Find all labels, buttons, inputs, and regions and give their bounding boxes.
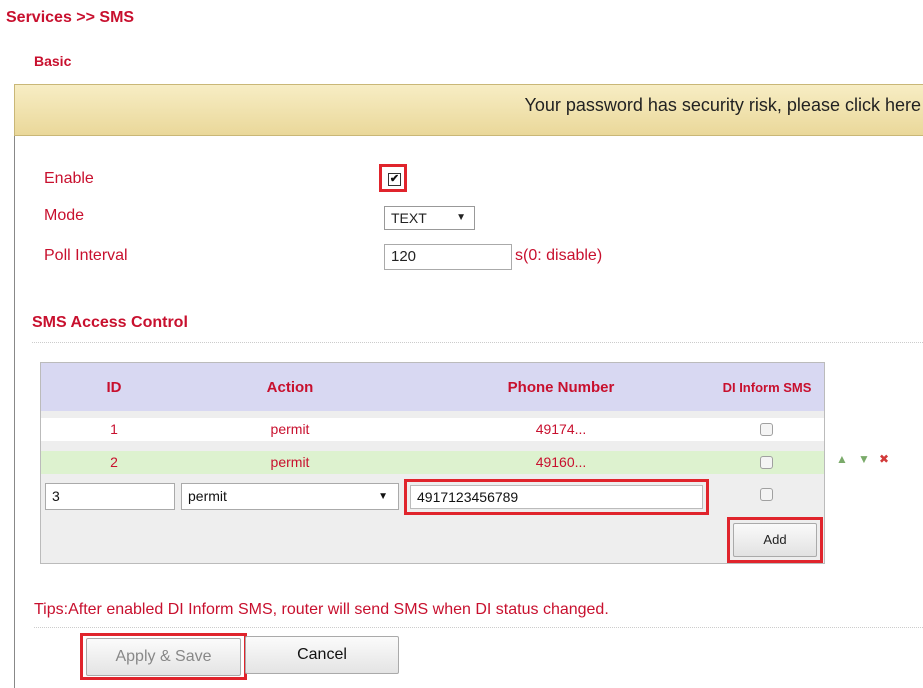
move-up-icon[interactable]: ▲ — [836, 453, 848, 465]
tips-divider — [34, 627, 923, 628]
move-down-icon[interactable]: ▼ — [858, 453, 870, 465]
add-highlight: Add — [727, 517, 823, 563]
phone-highlight: 4917123456789 — [404, 479, 709, 515]
header-id: ID — [106, 378, 122, 396]
security-warning-banner[interactable]: Your password has security risk, please … — [14, 84, 923, 136]
row-id: 2 — [110, 454, 118, 470]
apply-save-button[interactable]: Apply & Save — [86, 638, 241, 676]
row-di-inform-checkbox[interactable] — [760, 423, 773, 436]
header-di-inform-sms: DI Inform SMS — [722, 379, 812, 395]
mode-select-value: TEXT — [391, 210, 427, 226]
sms-access-table: ID Action Phone Number DI Inform SMS 1 p… — [40, 362, 825, 564]
row-di-inform-checkbox[interactable] — [760, 456, 773, 469]
cancel-button[interactable]: Cancel — [245, 636, 399, 674]
row-phone: 49174... — [535, 421, 587, 437]
table-row[interactable]: 1 permit 49174... — [41, 418, 824, 441]
new-id-input[interactable]: 3 — [45, 483, 175, 510]
poll-interval-input[interactable]: 120 — [384, 244, 512, 270]
mode-label: Mode — [44, 207, 85, 224]
header-phone-number: Phone Number — [507, 378, 615, 396]
apply-highlight: Apply & Save — [80, 633, 247, 680]
row-phone: 49160... — [535, 454, 587, 470]
table-header: ID Action Phone Number DI Inform SMS — [41, 363, 824, 411]
delete-row-icon[interactable]: ✖ — [879, 453, 889, 465]
poll-interval-unit: s(0: disable) — [515, 247, 603, 264]
breadcrumb: Services >> SMS — [6, 9, 135, 26]
poll-interval-label: Poll Interval — [44, 247, 128, 264]
enable-checkbox[interactable]: ✔ — [388, 173, 401, 186]
chevron-down-icon: ▼ — [378, 491, 388, 502]
row-id: 1 — [110, 421, 118, 437]
chevron-down-icon: ▼ — [456, 212, 466, 223]
row-action: permit — [270, 421, 310, 437]
section-basic-title: Basic — [34, 53, 72, 69]
new-action-value: permit — [188, 488, 227, 504]
new-phone-input[interactable]: 4917123456789 — [410, 485, 703, 509]
header-action: Action — [266, 378, 314, 396]
frame-border — [14, 84, 15, 688]
enable-checkbox-highlight: ✔ — [379, 164, 407, 192]
enable-label: Enable — [44, 170, 94, 187]
tips-text: Tips:After enabled DI Inform SMS, router… — [34, 601, 609, 618]
security-warning-text[interactable]: Your password has security risk, please … — [524, 95, 921, 116]
table-row[interactable]: 2 permit 49160... — [41, 451, 824, 474]
mode-select[interactable]: TEXT ▼ — [384, 206, 475, 230]
new-action-select[interactable]: permit ▼ — [181, 483, 399, 510]
new-di-inform-checkbox[interactable] — [760, 488, 773, 501]
add-button[interactable]: Add — [733, 523, 817, 557]
row-action: permit — [270, 454, 310, 470]
section-divider — [32, 342, 923, 343]
sms-access-control-title: SMS Access Control — [32, 314, 188, 331]
